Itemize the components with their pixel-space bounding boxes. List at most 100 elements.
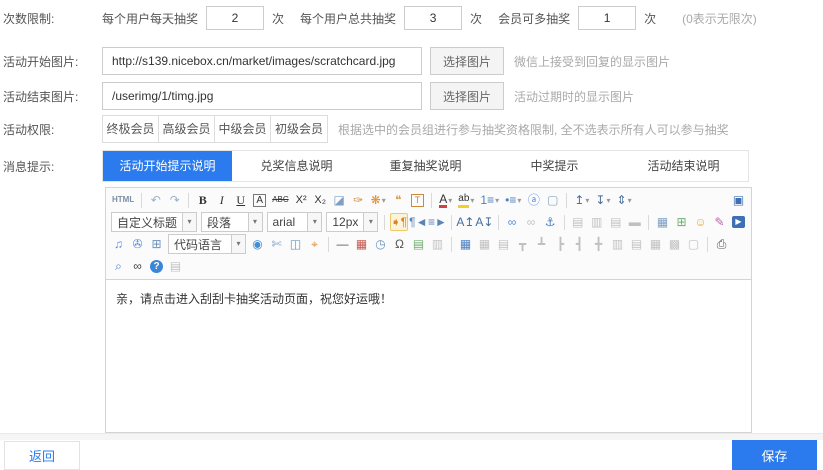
member-extra-draw-input[interactable] <box>578 6 636 30</box>
daily-draw-limit-input[interactable] <box>206 6 264 30</box>
preview-icon[interactable]: ⌕ <box>110 257 127 275</box>
italic-icon[interactable]: I <box>213 191 230 209</box>
preview-glyph: ⌕ <box>115 258 122 274</box>
font-size-select[interactable]: 12px▾ <box>326 212 378 232</box>
paragraph-spacing-bottom-icon[interactable]: ↧▾ <box>593 191 612 209</box>
anchor-inline-icon[interactable]: ⓐ <box>525 191 542 209</box>
bold-icon[interactable]: B <box>194 191 211 209</box>
tab-repeat-draw[interactable]: 重复抽奖说明 <box>361 151 490 181</box>
page-break-icon[interactable]: ✄ <box>268 235 285 253</box>
superscript-icon[interactable]: X² <box>293 191 310 209</box>
end-image-hint: 活动过期时的显示图片 <box>514 88 634 105</box>
paste-text-icon[interactable]: T <box>409 191 427 209</box>
tab-redeem-info[interactable]: 兑奖信息说明 <box>232 151 361 181</box>
total-limit-suffix: 次 <box>470 10 482 27</box>
insert-image-icon[interactable]: ▦ <box>654 213 671 231</box>
source-html-icon[interactable]: HTML <box>110 191 136 209</box>
back-button[interactable]: 返回 <box>4 441 80 470</box>
format-painter-icon[interactable]: ✑ <box>350 191 367 209</box>
paragraph-spacing-top-icon[interactable]: ↥▾ <box>572 191 591 209</box>
code-language-select[interactable]: 代码语言▾ <box>168 234 246 254</box>
insert-file-icon[interactable]: ⊞ <box>148 235 165 253</box>
member-option-ultimate[interactable]: 终极会员 <box>103 116 159 142</box>
indent-icon[interactable]: ≡► <box>429 213 446 231</box>
paste-icon: ▤ <box>167 257 184 275</box>
table-title-glyph: ▤ <box>498 236 509 252</box>
case-upper-icon[interactable]: A↥ <box>457 213 474 231</box>
emotion-icon[interactable]: ☺ <box>692 213 709 231</box>
font-family-select[interactable]: arial▾ <box>267 212 323 232</box>
image-manager-icon[interactable]: ⊞ <box>673 213 690 231</box>
code-language-value: 代码语言 <box>169 236 231 253</box>
insert-music-icon[interactable]: ♫ <box>110 235 127 253</box>
settings-form: 次数限制: 每个用户每天抽奖 次 每个用户总共抽奖 次 会员可多抽奖 次 (0表… <box>0 0 823 433</box>
auto-typeset-icon[interactable]: ❋▾ <box>369 191 388 209</box>
insert-image-glyph: ▦ <box>657 214 668 230</box>
caret-down-icon: ▾ <box>470 196 474 205</box>
font-color-icon[interactable]: A▾ <box>437 191 454 209</box>
custom-title-select[interactable]: 自定义标题▾ <box>111 212 197 232</box>
unordered-list-icon[interactable]: •≡▾ <box>503 191 523 209</box>
editor-content-area[interactable]: 亲，请点击进入刮刮卡抽奖活动页面，祝您好运哦！ <box>106 280 751 432</box>
case-lower-glyph: A↧ <box>475 214 493 230</box>
help-glyph: ? <box>150 260 163 273</box>
find-replace-icon[interactable]: ∞ <box>129 257 146 275</box>
font-border-icon[interactable]: A <box>251 191 268 209</box>
help-icon[interactable]: ? <box>148 257 165 275</box>
end-image-url-input[interactable] <box>102 82 422 110</box>
save-button[interactable]: 保存 <box>732 440 817 470</box>
tab-activity-end[interactable]: 活动结束说明 <box>619 151 748 181</box>
case-lower-icon[interactable]: A↧ <box>476 213 493 231</box>
ordered-list-icon[interactable]: 1≡▾ <box>478 191 501 209</box>
highlight-color-icon[interactable]: ab▾ <box>456 191 476 209</box>
caret-down-icon: ▾ <box>307 213 321 231</box>
insert-date-icon[interactable]: ▦ <box>353 235 370 253</box>
subscript-icon[interactable]: X₂ <box>312 191 329 209</box>
special-chars-icon[interactable]: Ω <box>391 235 408 253</box>
insert-time-icon[interactable]: ◷ <box>372 235 389 253</box>
tab-win-tip[interactable]: 中奖提示 <box>490 151 619 181</box>
start-image-url-input[interactable] <box>102 47 422 75</box>
tab-activity-start-tip[interactable]: 活动开始提示说明 <box>103 151 232 181</box>
undo-icon[interactable]: ↶ <box>147 191 164 209</box>
indent-first-line-icon[interactable]: ➧¶ <box>390 213 408 231</box>
start-image-pick-button[interactable]: 选择图片 <box>430 47 504 75</box>
attachment-icon[interactable]: ✇ <box>129 235 146 253</box>
insert-row-icon: ┳ <box>514 235 531 253</box>
underline-icon[interactable]: U <box>232 191 249 209</box>
member-extra-text: 会员可多抽奖 <box>498 10 570 27</box>
paragraph-rtl-icon[interactable]: ¶◄ <box>410 213 427 231</box>
spreadsheet-icon[interactable]: ▤ <box>410 235 427 253</box>
insert-table-icon[interactable]: ▦ <box>457 235 474 253</box>
insert-template-icon[interactable]: ◫ <box>287 235 304 253</box>
blockquote-icon[interactable]: ❝ <box>390 191 407 209</box>
member-option-middle[interactable]: 中级会员 <box>215 116 271 142</box>
member-option-senior[interactable]: 高级会员 <box>159 116 215 142</box>
format-painter-glyph: ✑ <box>353 192 363 208</box>
anchor-icon[interactable]: ⚓ <box>542 213 559 231</box>
link-icon[interactable]: ∞ <box>504 213 521 231</box>
paragraph-format-select[interactable]: 段落▾ <box>201 212 263 232</box>
print-icon[interactable]: ⎙ <box>713 235 730 253</box>
baidu-map-icon[interactable]: ◉ <box>249 235 266 253</box>
blank-doc-icon[interactable]: ▢ <box>544 191 561 209</box>
ordered-list-glyph: 1≡ <box>480 192 494 208</box>
merge-down-icon: ▤ <box>628 235 645 253</box>
image-inline-glyph: ▬ <box>629 214 641 230</box>
member-option-junior[interactable]: 初级会员 <box>271 116 327 142</box>
insert-video-icon[interactable]: ▶ <box>730 213 747 231</box>
fullscreen-glyph: ▣ <box>733 192 744 208</box>
total-draw-limit-input[interactable] <box>404 6 462 30</box>
screenshot-icon[interactable]: ⌖ <box>306 235 323 253</box>
fullscreen-icon[interactable]: ▣ <box>730 191 747 209</box>
strikethrough-icon[interactable]: ABC <box>270 191 290 209</box>
scrawl-icon[interactable]: ✎ <box>711 213 728 231</box>
redo-icon[interactable]: ↷ <box>166 191 183 209</box>
end-image-pick-button[interactable]: 选择图片 <box>430 82 504 110</box>
delete-row-glyph: ┻ <box>538 236 545 252</box>
delete-col-icon: ┫ <box>571 235 588 253</box>
remove-format-icon[interactable]: ◪ <box>331 191 348 209</box>
toolbar-separator <box>431 193 432 208</box>
horizontal-rule-icon[interactable]: — <box>334 235 351 253</box>
line-height-icon[interactable]: ⇕▾ <box>615 191 634 209</box>
